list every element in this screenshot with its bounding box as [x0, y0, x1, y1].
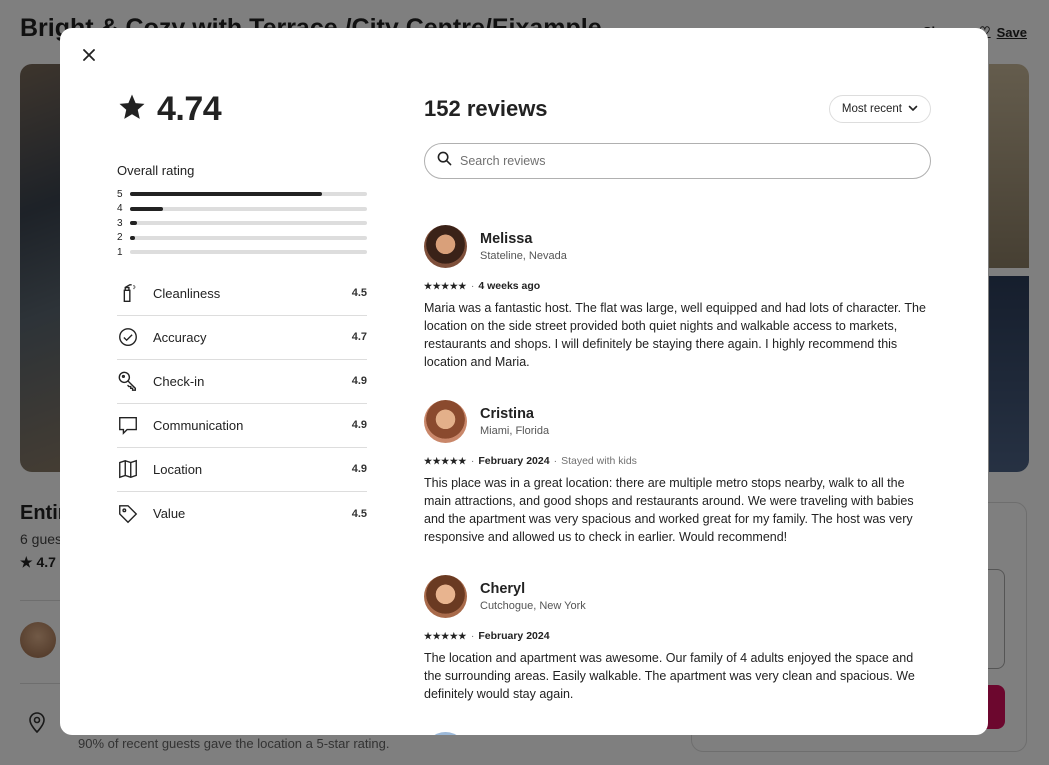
rating-distribution: 5 4 3 2 1: [117, 187, 367, 260]
review-item: Cheryl Cutchogue, New York ★★★★★ · February …: [424, 574, 932, 703]
category-label: Communication: [153, 417, 244, 433]
review-meta: ★★★★★ · 4 weeks ago: [424, 280, 932, 292]
category-score: 4.7: [351, 331, 367, 343]
category-score: 4.9: [351, 375, 367, 387]
rating-bar-row: 1: [117, 245, 367, 260]
review-date: 4 weeks ago: [478, 280, 541, 292]
overall-rating-label: Overall rating: [117, 163, 195, 178]
reviews-count: 152 reviews: [424, 96, 548, 121]
review-text: This place was in a great location: ther…: [424, 476, 914, 544]
sort-label: Most recent: [841, 103, 902, 115]
category-score: 4.9: [351, 463, 367, 475]
rating-bar-label: 2: [117, 232, 123, 244]
reviewer-name[interactable]: Cheryl: [480, 581, 586, 597]
trip-type: Stayed with kids: [561, 455, 637, 467]
rating-bar-track: [130, 250, 367, 255]
map-icon: [117, 458, 139, 480]
category-score: 4.5: [351, 287, 367, 299]
rating-bar-row: 2: [117, 231, 367, 246]
rating-bar-label: 1: [117, 246, 123, 258]
review-item: Cristina Miami, Florida ★★★★★ · February 202…: [424, 399, 932, 546]
overall-rating: 4.74: [117, 90, 367, 128]
separator-dot: ·: [470, 280, 475, 292]
star-rating: ★★★★★: [424, 630, 467, 641]
review-date: February 2024: [478, 630, 550, 642]
rating-bar-track: [130, 206, 367, 211]
rating-bar-fill: [130, 221, 138, 226]
star-icon: [117, 92, 147, 127]
rating-bar-label: 4: [117, 203, 123, 215]
reviewer-location: Miami, Florida: [480, 424, 550, 437]
separator-dot: ·: [553, 455, 558, 467]
rating-bar-fill: [130, 192, 322, 197]
category-score: 4.9: [351, 419, 367, 431]
reviewer-name[interactable]: Cristina: [480, 406, 549, 422]
category-label: Location: [153, 461, 203, 477]
rating-bar-track: [130, 192, 367, 197]
review-text: The location and apartment was awesome. …: [424, 651, 915, 701]
reviews-modal: 4.74 Overall rating 5 4 3 2 1 Cleanliness 4.5…: [60, 28, 988, 735]
close-icon: [83, 48, 95, 66]
tag-icon: [117, 503, 139, 525]
review-date: February 2024: [478, 455, 550, 467]
sort-dropdown[interactable]: Most recent: [828, 95, 931, 123]
spray-bottle-icon: [117, 282, 139, 304]
chat-bubble-icon: [117, 414, 139, 436]
category-label: Cleanliness: [153, 285, 221, 301]
close-button[interactable]: [78, 46, 100, 68]
search-reviews-field[interactable]: [424, 143, 931, 179]
star-rating: ★★★★★: [424, 455, 467, 466]
category-score: 4.5: [351, 507, 367, 520]
reviews-panel: 152 reviews Most recent Melissa Stateline…: [424, 90, 932, 735]
category-label: Value: [153, 506, 186, 521]
review-item: John: [424, 731, 932, 735]
key-icon: [117, 370, 139, 392]
search-input[interactable]: [460, 154, 918, 168]
reviewer-avatar[interactable]: [424, 574, 467, 618]
rating-value: 4.74: [157, 89, 222, 128]
review-meta: ★★★★★ · February 2024 · Stayed with kids: [424, 455, 932, 467]
review-meta: ★★★★★ · February 2024: [424, 630, 932, 642]
category-ratings: Cleanliness 4.5 Accuracy 4.7 Check-in 4.9 Comm…: [117, 272, 367, 536]
review-text: Maria was a fantastic host. The flat was…: [424, 301, 926, 369]
category-label: Check-in: [153, 373, 205, 389]
rating-bar-track: [130, 235, 367, 240]
ratings-summary: 4.74 Overall rating 5 4 3 2 1 Cleanliness 4.5…: [117, 90, 367, 536]
star-rating: ★★★★★: [424, 280, 467, 291]
category-value: Value 4.5: [117, 492, 367, 536]
rating-bar-fill: [130, 206, 164, 211]
rating-bar-row: 5: [117, 187, 367, 202]
rating-bar-label: 5: [117, 188, 123, 200]
reviewer-avatar[interactable]: [424, 731, 467, 735]
reviewer-name[interactable]: Melissa: [480, 231, 567, 247]
category-check-in: Check-in 4.9: [117, 360, 367, 404]
chevron-down-icon: [908, 103, 918, 116]
separator-dot: ·: [470, 630, 475, 642]
reviewer-location: Stateline, Nevada: [480, 249, 567, 262]
rating-bar-row: 3: [117, 216, 367, 231]
category-accuracy: Accuracy 4.7: [117, 316, 367, 360]
rating-bar-label: 3: [117, 217, 123, 229]
category-communication: Communication 4.9: [117, 404, 367, 448]
rating-bar-row: 4: [117, 202, 367, 217]
category-label: Accuracy: [153, 329, 207, 345]
check-circle-icon: [117, 326, 139, 348]
review-item: Melissa Stateline, Nevada ★★★★★ · 4 weeks ag…: [424, 224, 932, 371]
reviewer-avatar[interactable]: [424, 224, 467, 268]
reviewer-location: Cutchogue, New York: [480, 599, 586, 612]
rating-bar-fill: [130, 235, 135, 240]
category-location: Location 4.9: [117, 448, 367, 492]
reviewer-avatar[interactable]: [424, 399, 467, 443]
review-list: Melissa Stateline, Nevada ★★★★★ · 4 weeks ag…: [424, 224, 932, 735]
rating-bar-track: [130, 221, 367, 226]
separator-dot: ·: [470, 455, 475, 467]
search-icon: [437, 151, 452, 171]
category-cleanliness: Cleanliness 4.5: [117, 272, 367, 316]
